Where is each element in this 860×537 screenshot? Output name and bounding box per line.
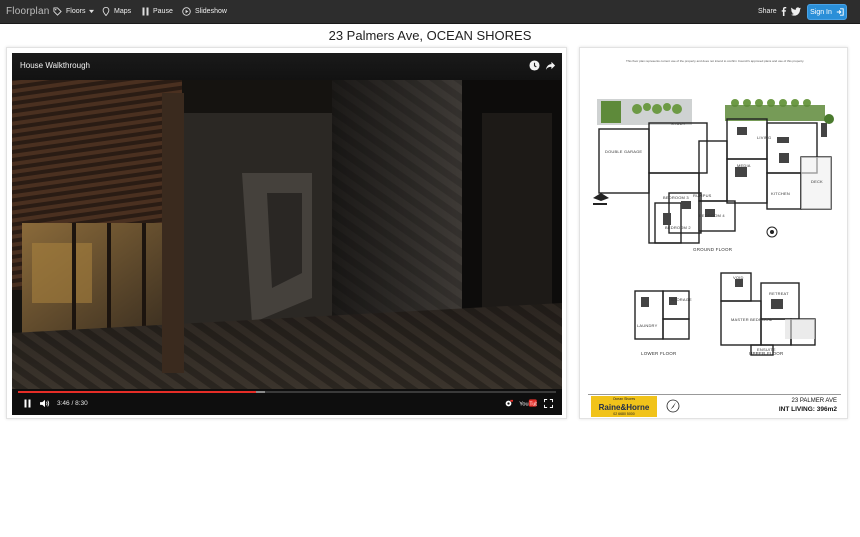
room-label-bedroom-4: BEDROOM 4 [699,213,725,218]
property-address: 23 PALMER AVE [791,398,837,404]
pause-icon [142,7,149,16]
youtube-logo-icon[interactable]: YouTube [519,399,537,407]
video-time: 3:46 / 8:30 [57,400,88,407]
room-label-deck: DECK [811,179,823,184]
agency-phone: 02 6680 5000 [613,412,635,416]
north-arrow-icon [666,399,680,413]
settings-gear-icon[interactable] [504,399,513,408]
svg-text:Tube: Tube [529,401,537,407]
top-navigation-bar: Floorplan Floors Maps Pause Slideshow Sh… [0,0,860,24]
nav-floors-label: Floors [66,8,86,15]
video-player[interactable]: House Walkthrough 3:46 / 8:30 YouTube [12,53,562,415]
video-header: House Walkthrough [12,53,562,80]
upper-floor-label: UPPER FLOOR [749,351,784,356]
video-title[interactable]: House Walkthrough [20,61,90,70]
room-label-kitchen: KITCHEN [771,191,790,196]
caret-down-icon [89,9,95,14]
agency-name: Raine&Horne [598,403,650,412]
fullscreen-icon[interactable] [544,399,553,408]
twitter-icon[interactable] [790,7,801,16]
video-progress-bar[interactable] [18,391,556,393]
nav-pause-label: Pause [153,8,173,15]
watch-later-icon[interactable] [529,60,540,71]
pause-icon[interactable] [24,399,31,408]
tag-icon [53,7,62,16]
room-label-rumpus: RUMPUS [693,193,712,198]
room-label-storage: STORAGE [671,297,692,302]
nav-maps-label: Maps [114,8,132,15]
sign-in-label: Sign In [810,8,832,16]
floorplan-image[interactable]: This floor plan represents current use o… [585,53,844,417]
ground-floor-label: GROUND FLOOR [693,247,733,252]
volume-icon[interactable] [40,399,50,408]
nav-floors[interactable]: Floors [53,7,95,16]
nav-slideshow-label: Slideshow [195,8,227,15]
nav-slideshow[interactable]: Slideshow [182,7,227,16]
page-title: 23 Palmers Ave, OCEAN SHORES [328,28,532,43]
sign-in-button[interactable]: Sign In [807,4,847,20]
facebook-icon[interactable] [781,7,787,16]
room-label-media: MEDIA [737,163,751,168]
agency-logo: Ocean Shores Raine&Horne 02 6680 5000 [591,396,657,417]
agency-office: Ocean Shores [612,397,636,401]
video-frame-scene [12,80,562,389]
room-label-void: VOID [733,275,744,280]
room-label-retreat: RETREAT [769,291,789,296]
nav-maps[interactable]: Maps [102,7,131,16]
lower-floor-label: LOWER FLOOR [641,351,677,356]
room-label-living: LIVING [757,135,772,140]
floorplan-footer: Ocean Shores Raine&Horne 02 6680 5000 23… [588,394,841,417]
map-pin-icon [102,7,110,16]
room-label-bedroom-2: BEDROOM 2 [665,225,691,230]
floorplan-card: This floor plan represents current use o… [579,47,848,419]
nav-pause[interactable]: Pause [142,7,173,16]
room-label-laundry: LAUNDRY [637,323,658,328]
internal-living-area: INT LIVING: 396m2 [778,406,837,413]
share-group: Share [758,7,801,16]
room-label-study: STUDY [671,121,686,126]
play-circle-icon [182,7,191,16]
brand-logo[interactable]: Floorplan [6,6,50,17]
room-label-master-bedroom: MASTER BEDROOM [731,317,773,322]
video-controls: 3:46 / 8:30 YouTube [12,389,562,415]
svg-text:You: You [519,401,528,407]
room-label-bedroom-3: BEDROOM 3 [663,195,689,200]
floorplan-drawing [593,99,834,356]
video-card: House Walkthrough 3:46 / 8:30 YouTube [6,47,567,419]
sign-in-icon [836,8,844,16]
room-label-double-garage: DOUBLE GARAGE [605,149,643,154]
video-played [18,391,257,393]
share-label: Share [758,8,777,15]
share-arrow-icon[interactable] [545,60,556,71]
